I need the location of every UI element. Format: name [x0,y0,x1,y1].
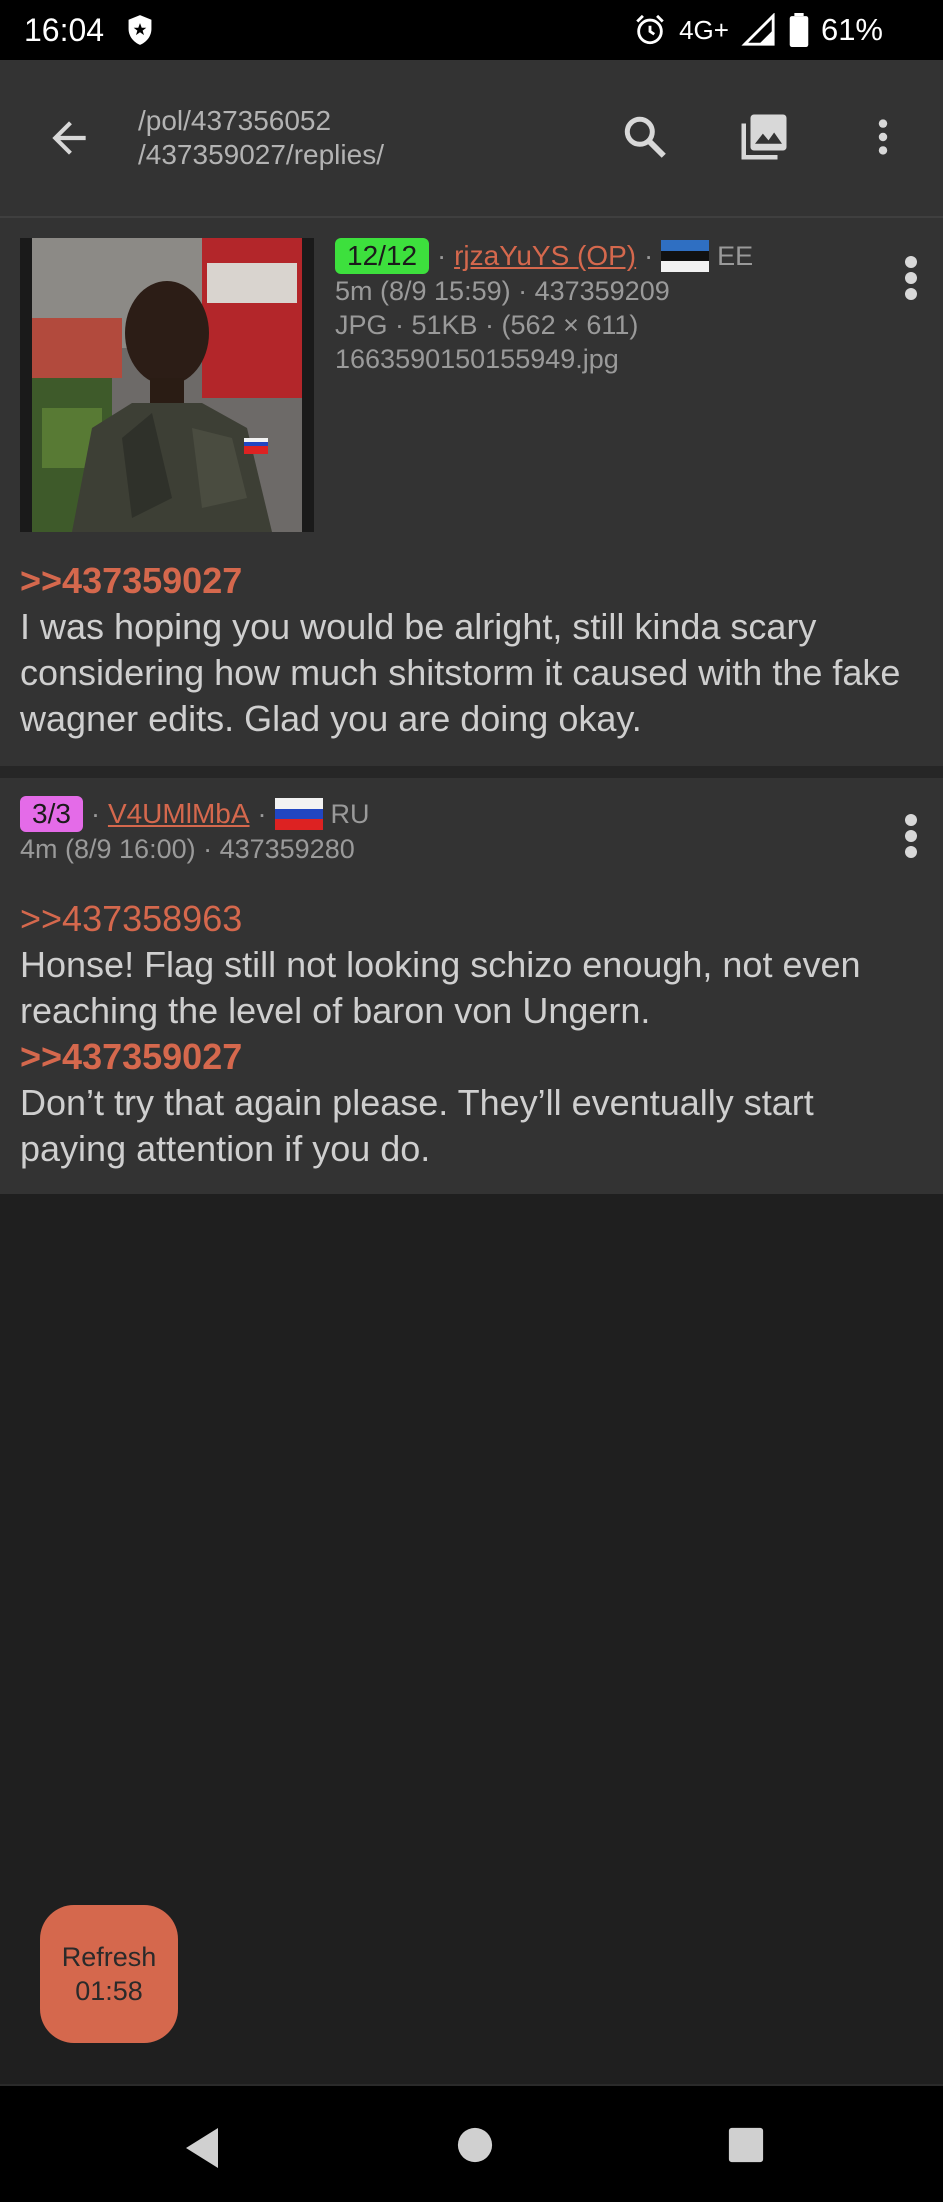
network-type: 4G+ [679,14,729,45]
comment-text: Honse! Flag still not looking schizo eno… [20,944,861,1031]
thread-path: /pol/437356052 /437359027/replies/ [138,104,384,172]
status-time: 16:04 [24,12,105,48]
russia-flag-icon [274,798,323,830]
path-line-2: /437359027/replies/ [138,139,384,170]
quote-link[interactable]: >>437359027 [20,558,925,604]
file-name: 1663590150155949.jpg [335,344,619,374]
nav-recents-icon[interactable] [727,2126,765,2164]
alarm-icon [636,14,664,45]
refresh-countdown: 01:58 [75,1976,143,2006]
nav-home-icon[interactable] [456,2126,494,2164]
post-card[interactable]: 12/12 · rjzaYuYS (OP) · EE 5m (8/9 15:59… [0,218,943,766]
quote-link[interactable]: >>437359027 [20,1034,925,1080]
post-time-id: 4m (8/9 16:00) · 437359280 [20,834,355,864]
post-thumbnail[interactable] [20,238,314,532]
status-icons: 4G+ 61% [633,12,883,48]
post-meta: 12/12 · rjzaYuYS (OP) · EE 5m (8/9 15:59… [335,238,753,376]
separator-dot: · [644,241,654,271]
poster-name[interactable]: rjzaYuYS (OP) [454,239,636,273]
status-bar: 16:04 4G+ 61% [0,0,943,60]
country-code: EE [717,241,754,271]
separator-dot: · [437,241,447,271]
battery-level: 61% [820,12,883,47]
nav-back-icon[interactable] [182,2126,222,2170]
post-header-row: 3/3 · V4UMlMbA · RU [20,796,370,832]
path-line-1: /pol/437356052 [138,105,332,136]
thumbnail-image [32,238,302,532]
comment-text: I was hoping you would be alright, still… [20,606,901,739]
comment-text: Don’t try that again please. They’ll eve… [20,1082,814,1169]
country-code: RU [330,799,370,829]
separator-dot: · [257,799,267,829]
estonia-flag-icon [661,240,710,272]
app-bar: /pol/437356052 /437359027/replies/ [0,60,943,218]
quote-link[interactable]: >>437358963 [20,896,925,942]
post-comment: >>437359027 I was hoping you would be al… [20,558,925,742]
back-arrow-icon[interactable] [44,113,94,163]
post-menu-icon[interactable] [901,812,921,860]
reply-count-badge: 12/12 [335,238,430,274]
refresh-button[interactable]: Refresh 01:58 [40,1905,178,2043]
post-header-row: 12/12 · rjzaYuYS (OP) · EE [335,238,753,274]
separator-dot: · [90,799,100,829]
system-nav-bar [0,2084,943,2202]
post-time-id: 5m (8/9 15:59) · 437359209 [335,276,670,306]
post-comment: >>437358963 Honse! Flag still not lookin… [20,896,925,1172]
post-meta: 3/3 · V4UMlMbA · RU 4m (8/9 16:00) · 437… [20,796,370,866]
poster-name[interactable]: V4UMlMbA [108,797,250,831]
battery-icon [789,13,809,47]
search-icon[interactable] [620,112,670,162]
gallery-icon[interactable] [737,110,791,164]
post-card[interactable]: 3/3 · V4UMlMbA · RU 4m (8/9 16:00) · 437… [0,778,943,1194]
signal-icon [741,13,775,46]
more-vert-icon[interactable] [860,112,906,162]
shield-icon [128,15,152,45]
post-menu-icon[interactable] [901,254,921,302]
reply-count-badge: 3/3 [20,796,83,832]
post-divider [0,766,943,778]
file-info: JPG · 51KB · (562 × 611) [335,310,639,340]
refresh-label: Refresh [61,1942,157,1972]
